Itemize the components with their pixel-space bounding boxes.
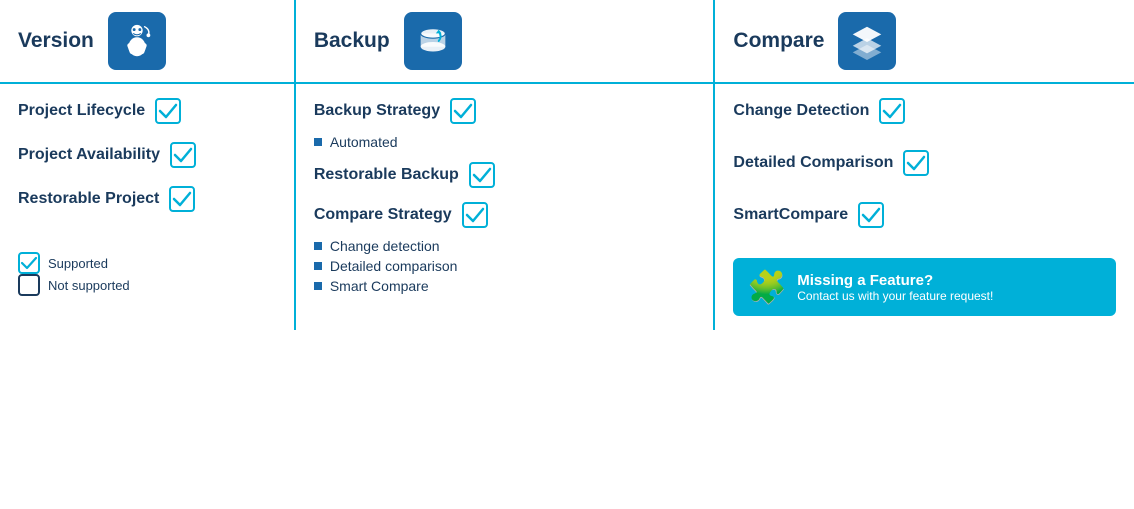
supported-label: Supported: [48, 256, 108, 271]
restorable-backup-check: [469, 162, 495, 188]
backup-strategy-check: [450, 98, 476, 124]
version-icon: [108, 12, 166, 70]
version-column: Project Lifecycle Project Availability: [0, 83, 295, 330]
project-lifecycle-label: Project Lifecycle: [18, 102, 145, 120]
layers-icon: [848, 22, 886, 60]
compare-strategy-label: Compare Strategy: [314, 206, 452, 224]
database-backup-icon: [414, 22, 452, 60]
missing-feature-text: Missing a Feature? Contact us with your …: [797, 272, 993, 303]
missing-feature-subtitle: Contact us with your feature request!: [797, 289, 993, 303]
puzzle-icon: 🧩: [747, 268, 787, 306]
backup-strategy-label: Backup Strategy: [314, 102, 440, 120]
person-figure-icon: [118, 22, 156, 60]
compare-icon: [838, 12, 896, 70]
detailed-comparison-label: Detailed Comparison: [733, 154, 893, 172]
project-availability-check: [170, 142, 196, 168]
backup-strategy-subitems: Automated: [314, 132, 696, 152]
backup-icon: [404, 12, 462, 70]
compare-column: Change Detection Detailed Comparison: [714, 83, 1134, 330]
smart-compare-check: [858, 202, 884, 228]
backup-header-label: Backup: [314, 29, 390, 53]
bullet-icon: [314, 138, 322, 146]
restorable-backup-label: Restorable Backup: [314, 166, 459, 184]
compare-change-detection: Change detection: [314, 236, 696, 256]
bullet-icon: [314, 242, 322, 250]
restorable-project-row: Restorable Project: [18, 186, 276, 212]
project-lifecycle-check: [155, 98, 181, 124]
bullet-icon: [314, 282, 322, 290]
compare-smart-compare: Smart Compare: [314, 276, 696, 296]
missing-feature-title: Missing a Feature?: [797, 272, 993, 289]
compare-strategy-check: [462, 202, 488, 228]
compare-strategy-row: Compare Strategy: [314, 202, 696, 228]
bullet-icon: [314, 262, 322, 270]
change-detection-row: Change Detection: [733, 98, 1116, 124]
supported-legend: Supported: [18, 252, 276, 274]
compare-detailed-comparison: Detailed comparison: [314, 256, 696, 276]
version-header-label: Version: [18, 29, 94, 53]
features-row: Project Lifecycle Project Availability: [0, 83, 1134, 330]
backup-strategy-automated: Automated: [314, 132, 696, 152]
supported-check-icon: [18, 252, 40, 274]
table-header: Version: [0, 0, 1134, 83]
compare-header-label: Compare: [733, 29, 824, 53]
not-supported-check-icon: [18, 274, 40, 296]
detailed-comparison-row: Detailed Comparison: [733, 150, 1116, 176]
project-availability-label: Project Availability: [18, 146, 160, 164]
change-detection-check: [879, 98, 905, 124]
restorable-backup-row: Restorable Backup: [314, 162, 696, 188]
backup-column: Backup Strategy Automated: [295, 83, 715, 330]
restorable-project-check: [169, 186, 195, 212]
detailed-comparison-check: [903, 150, 929, 176]
missing-feature-box[interactable]: 🧩 Missing a Feature? Contact us with you…: [733, 258, 1116, 316]
project-lifecycle-row: Project Lifecycle: [18, 98, 276, 124]
restorable-project-label: Restorable Project: [18, 190, 159, 208]
smart-compare-label: SmartCompare: [733, 206, 848, 224]
backup-strategy-row: Backup Strategy: [314, 98, 696, 124]
not-supported-label: Not supported: [48, 278, 130, 293]
not-supported-legend: Not supported: [18, 274, 276, 296]
change-detection-label: Change Detection: [733, 102, 869, 120]
project-availability-row: Project Availability: [18, 142, 276, 168]
legend: Supported Not supported: [18, 252, 276, 296]
smart-compare-row: SmartCompare: [733, 202, 1116, 228]
compare-strategy-subitems: Change detection Detailed comparison Sma…: [314, 236, 696, 296]
